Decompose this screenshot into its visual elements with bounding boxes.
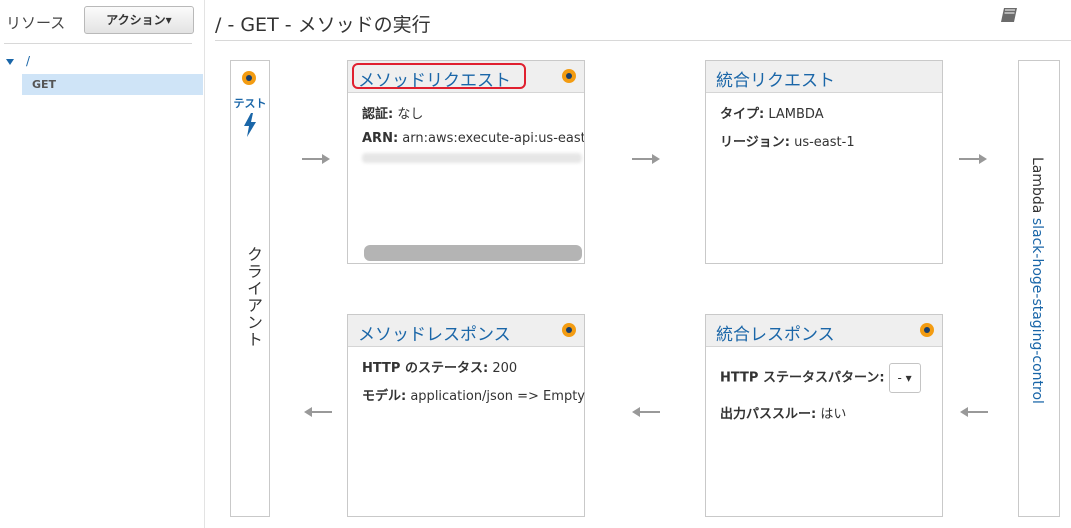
status-pattern-select[interactable]: - ▾	[888, 363, 921, 393]
method-request-status-dot	[562, 69, 576, 83]
tree-root-label: /	[26, 54, 31, 68]
arn-key: ARN:	[362, 131, 399, 146]
lambda-function-link[interactable]: slack-hoge-staging-control	[1029, 218, 1045, 404]
type-key: タイプ:	[720, 107, 765, 122]
auth-row: 認証: なし	[362, 103, 584, 122]
arrow-right-icon	[632, 154, 660, 164]
lightning-icon[interactable]	[243, 113, 257, 141]
status-pattern-value: -	[897, 371, 902, 385]
integration-response-card: 統合レスポンス HTTP ステータスパターン: - ▾ 出力パススルー: はい	[705, 314, 943, 517]
integration-request-card: 統合リクエスト タイプ: LAMBDA リージョン: us-east-1	[705, 60, 943, 264]
passthrough-row: 出力パススルー: はい	[720, 403, 928, 422]
sidebar-divider	[4, 43, 192, 44]
region-key: リージョン:	[720, 135, 790, 150]
http-status-row: HTTP のステータス: 200	[362, 357, 570, 376]
lambda-label: Lambda slack-hoge-staging-control	[1029, 157, 1045, 404]
auth-key: 認証:	[362, 107, 394, 122]
actions-button[interactable]: アクション▾	[84, 6, 194, 34]
model-row: モデル: application/json => Empty	[362, 385, 585, 404]
method-request-title[interactable]: メソッドリクエスト	[358, 66, 511, 91]
page-title: / - GET - メソッドの実行	[215, 14, 431, 36]
horizontal-scrollbar[interactable]	[364, 245, 582, 261]
model-value: application/json => Empty	[410, 389, 585, 404]
title-divider	[215, 40, 1071, 41]
arrow-left-icon	[632, 407, 660, 417]
redacted-text	[362, 153, 582, 163]
arn-value: arn:aws:execute-api:us-east-	[402, 131, 585, 146]
method-response-title[interactable]: メソッドレスポンス	[358, 320, 511, 345]
method-response-status-dot	[562, 323, 576, 337]
lambda-prefix: Lambda	[1029, 157, 1045, 214]
status-pattern-key: HTTP ステータスパターン:	[720, 370, 885, 386]
method-request-card: メソッドリクエスト 認証: なし ARN: arn:aws:execute-ap…	[347, 60, 585, 264]
caret-down-icon[interactable]	[6, 58, 14, 65]
model-key: モデル:	[362, 389, 407, 404]
lambda-column: Lambda slack-hoge-staging-control	[1018, 60, 1060, 517]
type-row: タイプ: LAMBDA	[720, 103, 928, 122]
auth-value: なし	[397, 107, 424, 122]
type-value: LAMBDA	[768, 107, 824, 122]
resources-title: リソース	[6, 14, 66, 32]
integration-response-title[interactable]: 統合レスポンス	[716, 320, 835, 345]
passthrough-value: はい	[820, 407, 847, 422]
arrow-left-icon	[960, 407, 988, 417]
integration-response-status-dot	[920, 323, 934, 337]
integration-response-header: 統合レスポンス	[706, 315, 942, 347]
region-value: us-east-1	[794, 135, 855, 150]
integration-request-title[interactable]: 統合リクエスト	[716, 66, 835, 91]
region-row: リージョン: us-east-1	[720, 131, 928, 150]
arrow-right-icon	[302, 154, 330, 164]
test-link[interactable]: テスト	[231, 95, 269, 111]
resources-panel: リソース アクション▾ / GET	[0, 0, 205, 528]
method-request-header: メソッドリクエスト	[348, 61, 584, 93]
arn-row: ARN: arn:aws:execute-api:us-east-	[362, 131, 585, 146]
arrow-left-icon	[304, 407, 332, 417]
test-status-dot[interactable]	[242, 71, 256, 85]
passthrough-key: 出力パススルー:	[720, 407, 817, 422]
tree-item-get[interactable]: GET	[22, 74, 203, 95]
book-icon[interactable]	[999, 6, 1021, 30]
http-status-key: HTTP のステータス:	[362, 361, 489, 376]
client-column: テスト クライアント	[230, 60, 270, 517]
tree-item-root[interactable]: /	[6, 54, 30, 68]
integration-request-header: 統合リクエスト	[706, 61, 942, 93]
method-response-card: メソッドレスポンス HTTP のステータス: 200 モデル: applicat…	[347, 314, 585, 517]
status-pattern-row: HTTP ステータスパターン: - ▾	[720, 363, 928, 393]
arrow-right-icon	[959, 154, 987, 164]
client-label: クライアント	[244, 246, 263, 348]
method-response-header: メソッドレスポンス	[348, 315, 584, 347]
http-status-value: 200	[492, 361, 518, 376]
